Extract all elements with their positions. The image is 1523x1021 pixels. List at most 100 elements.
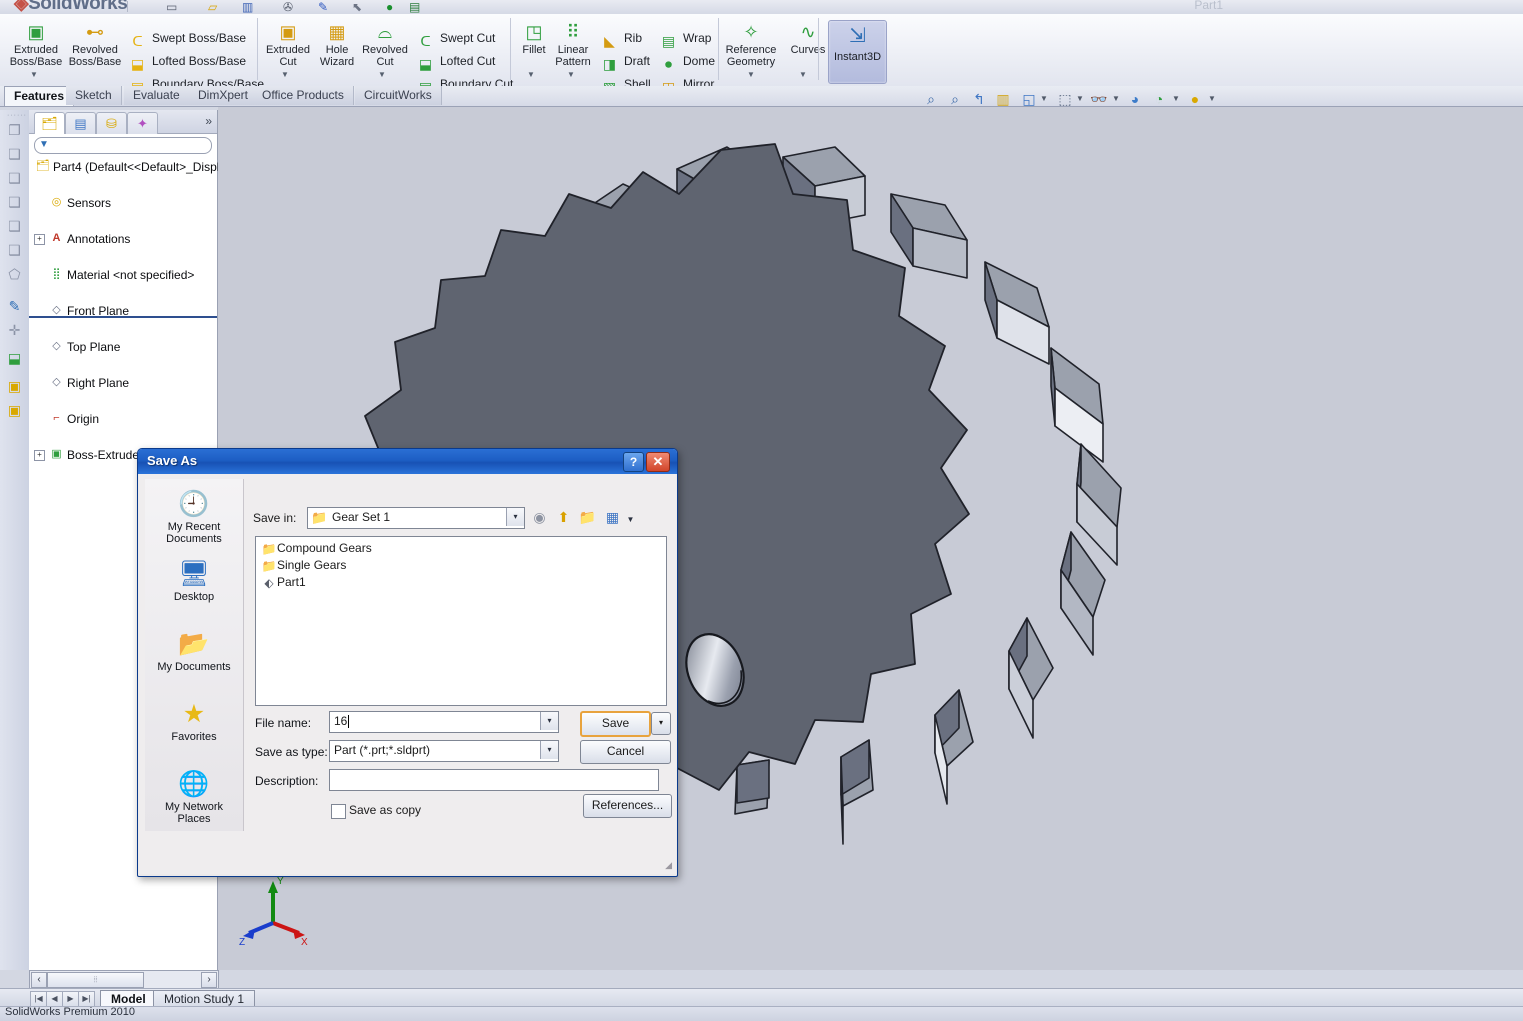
feature-tree-filter-input[interactable]: ▼ [34,137,212,154]
revolved-cut-dropdown-arrow[interactable]: ▼ [378,70,386,79]
options-icon[interactable]: ▤ [409,0,428,14]
extrude-boss-icon[interactable]: ▣ [4,376,25,397]
help-button[interactable]: ? [623,452,644,472]
back-view-icon[interactable]: ❑ [4,240,25,261]
save-as-type-select[interactable]: Part (*.prt;*.sldprt) ▾ [329,740,559,762]
chevron-down-icon[interactable]: ▾ [540,741,558,759]
tree-item-annotations[interactable]: + A Annotations [29,230,217,248]
place-my-recent-documents[interactable]: 🕘 My Recent Documents [145,487,243,545]
select-icon[interactable]: ⬉ [352,0,371,14]
wrap-button[interactable]: ▤ Wrap [659,28,712,49]
configuration-manager-tab[interactable]: ⛁ [96,112,127,134]
description-input[interactable] [329,769,659,791]
resize-grip[interactable]: ◢ [665,860,672,871]
print-icon[interactable]: ✇ [283,0,302,14]
nav-first-button[interactable]: |◀ [30,991,47,1007]
file-name-input[interactable]: 16 ▾ [329,711,559,733]
relations-icon[interactable]: ⬓ [4,348,25,369]
lofted-boss-base-button[interactable]: ⬓ Lofted Boss/Base [128,51,246,72]
file-list[interactable]: 📁Compound Gears 📁Single Gears ⬖ Part1 [255,536,667,706]
tab-features[interactable]: Features [4,86,75,106]
save-icon[interactable]: ▥ [242,0,261,14]
linear-pattern-dropdown-arrow[interactable]: ▼ [567,70,575,79]
open-document-icon[interactable]: ▱ [208,0,227,14]
toolbar-grip[interactable]: ······ [7,112,27,119]
nav-last-button[interactable]: ▶| [78,991,95,1007]
scroll-right-button[interactable]: › [201,972,217,988]
tree-item-right-plane[interactable]: ◇ Right Plane [29,374,217,392]
save-button[interactable]: Save [580,711,651,737]
right-view-icon[interactable]: ❑ [4,216,25,237]
tree-item-part4[interactable]: 🗂 Part4 (Default<<Default>_Displa [29,158,227,176]
place-desktop[interactable]: 🖥 Desktop [145,557,243,603]
tab-dimxpert[interactable]: DimXpert [189,86,259,105]
rebuild-icon[interactable]: ● [386,0,405,14]
tree-item-material[interactable]: ⣿ Material <not specified> [29,266,217,284]
view-orientation-caret-icon[interactable]: ▼ [1040,94,1048,103]
new-document-icon[interactable]: ▭ [166,0,185,14]
instant3d-button[interactable]: ⇲ Instant3D [828,20,887,84]
smart-dimension-icon[interactable]: ✛ [4,320,25,341]
tree-item-sensors[interactable]: ◎ Sensors [29,194,217,212]
swept-cut-button[interactable]: ᑕ Swept Cut [416,28,495,49]
expand-annotations-icon[interactable]: + [34,234,45,245]
view-settings-caret-icon[interactable]: ▼ [1208,94,1216,103]
quick-access-toolbar[interactable]: ◈SolidWorks ▭ ▱ ▥ ✇ ✎ ⬉ ● ▤ Part1 [0,0,1523,15]
extruded-cut-dropdown-arrow[interactable]: ▼ [281,70,289,79]
save-as-dialog[interactable]: Save As ? ✕ 🕘 My Recent Documents 🖥 Desk… [137,448,678,877]
isometric-view-icon[interactable]: ❑ [4,144,25,165]
create-new-folder-icon[interactable]: 📁 [577,507,598,527]
feature-tree-tab[interactable]: 🗂 [34,112,65,134]
chevron-down-icon[interactable]: ▾ [540,712,558,730]
references-button[interactable]: References... [583,794,672,818]
tree-item-origin[interactable]: ⌐ Origin [29,410,217,428]
standard-views-icon[interactable]: ❐ [4,120,25,141]
extruded-boss-dropdown-arrow[interactable]: ▼ [30,70,38,79]
expand-boss-extrude1-icon[interactable]: + [34,450,45,461]
display-style-caret-icon[interactable]: ▼ [1076,94,1084,103]
tree-rollback-bar[interactable] [29,316,217,318]
tab-sketch[interactable]: Sketch [66,86,122,105]
list-item[interactable]: 📁Single Gears [261,557,347,574]
revolved-boss-base-button[interactable]: ⊷ Revolved Boss/Base [63,20,127,68]
close-icon[interactable]: ✕ [646,452,670,472]
list-item[interactable]: ⬖ Part1 [261,574,305,591]
revolved-cut-button[interactable]: ⌓ Revolved Cut [353,20,417,68]
save-as-copy-checkbox[interactable] [331,804,346,819]
rib-button[interactable]: ◣ Rib [600,28,642,49]
linear-pattern-button[interactable]: ⠿ Linear Pattern [541,20,605,68]
sketch-icon[interactable]: ✎ [4,296,25,317]
top-view-icon[interactable]: ❑ [4,192,25,213]
nav-next-button[interactable]: ▶ [62,991,79,1007]
save-in-combobox[interactable]: 📁 Gear Set 1 ▾ [307,507,525,529]
up-one-level-icon[interactable]: ⬆ [553,507,574,527]
tree-item-top-plane[interactable]: ◇ Top Plane [29,338,217,356]
dialog-title-bar[interactable]: Save As ? ✕ [138,449,677,474]
tab-evaluate[interactable]: Evaluate [124,86,190,105]
front-view-icon[interactable]: ❑ [4,168,25,189]
scroll-left-button[interactable]: ‹ [31,972,47,988]
nav-prev-button[interactable]: ◀ [46,991,63,1007]
cancel-button[interactable]: Cancel [580,740,671,764]
undo-icon[interactable]: ✎ [318,0,337,14]
curves-dropdown-arrow[interactable]: ▼ [799,70,807,79]
normal-to-icon[interactable]: ⬠ [4,264,25,285]
place-my-documents[interactable]: 📂 My Documents [145,627,243,673]
more-tabs-icon[interactable]: » [205,114,212,128]
tab-circuitworks[interactable]: CircuitWorks [355,86,442,105]
list-item[interactable]: 📁Compound Gears [261,540,372,557]
dome-button[interactable]: ⏺ Dome [659,51,715,72]
tab-office-products[interactable]: Office Products [253,86,354,105]
lofted-cut-button[interactable]: ⬓ Lofted Cut [416,51,496,72]
views-caret-icon[interactable]: ▼ [620,510,641,530]
draft-button[interactable]: ◨ Draft [600,51,650,72]
fillet-dropdown-arrow[interactable]: ▼ [527,70,535,79]
dimxpert-manager-tab[interactable]: ✦ [127,112,158,134]
save-dropdown-icon[interactable]: ▾ [651,712,671,735]
chevron-down-icon[interactable]: ▾ [506,508,524,526]
back-icon[interactable]: ◉ [529,507,550,527]
place-favorites[interactable]: ★ Favorites [145,697,243,743]
apply-scene-caret-icon[interactable]: ▼ [1172,94,1180,103]
swept-boss-base-button[interactable]: ᑕ Swept Boss/Base [128,28,246,49]
extruded-boss-base-button[interactable]: ▣ Extruded Boss/Base [4,20,68,68]
